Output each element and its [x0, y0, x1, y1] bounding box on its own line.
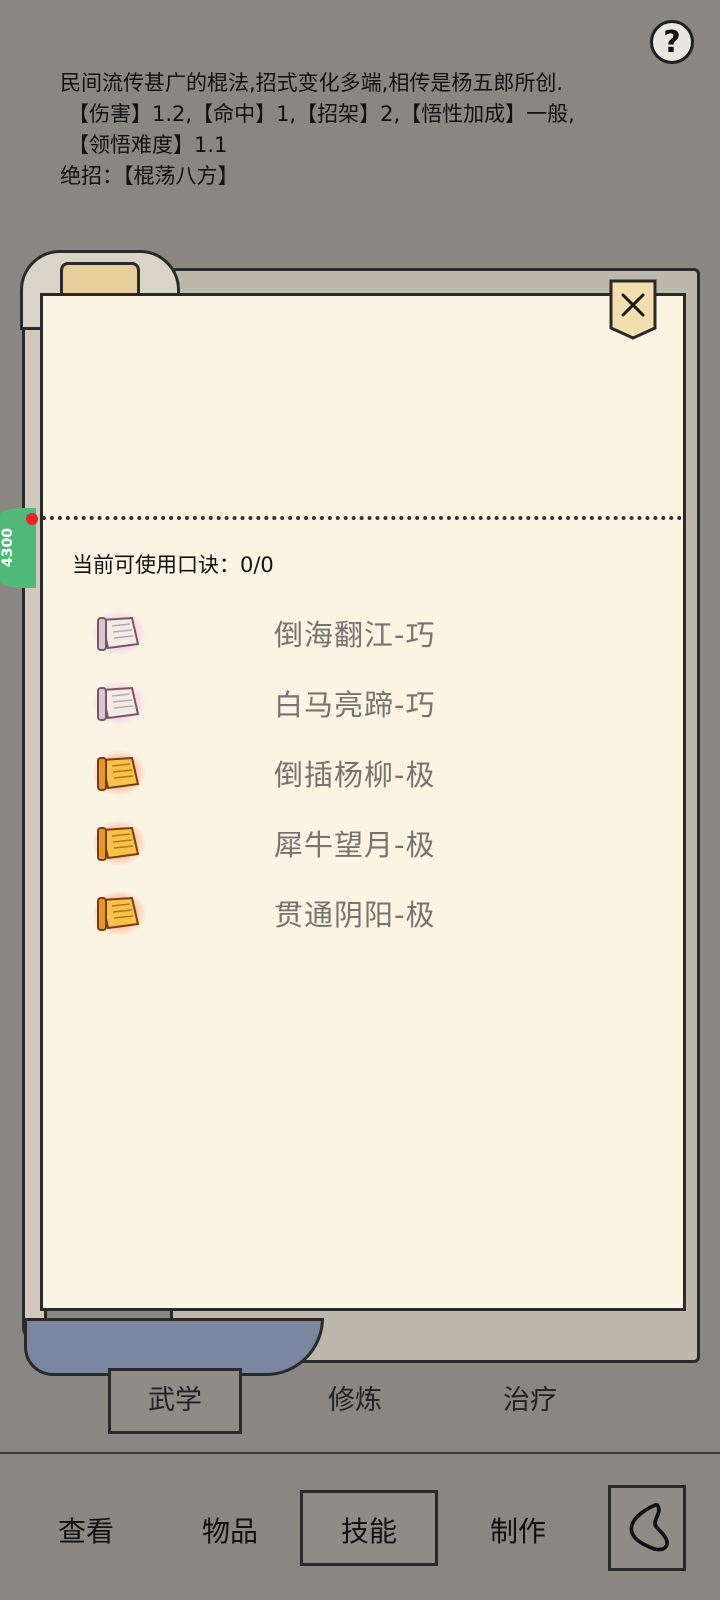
skill-description: 民间流传甚广的棍法,招式变化多端,相传是杨五郎所创. 【伤害】1.2,【命中】1…	[60, 68, 670, 192]
scroll-gold-icon	[92, 890, 146, 936]
tab-xiulian[interactable]: 修炼	[290, 1378, 420, 1417]
tab-wuxue[interactable]: 武学	[108, 1378, 242, 1417]
list-item[interactable]: 倒插杨柳-极	[84, 750, 604, 820]
nav-chakan[interactable]: 查看	[36, 1510, 136, 1550]
notification-dot	[26, 513, 38, 525]
nav-zhizuo[interactable]: 制作	[468, 1510, 568, 1550]
scroll-gold-icon	[92, 820, 146, 866]
list-item[interactable]: 贯通阴阳-极	[84, 890, 604, 960]
close-button[interactable]	[608, 278, 658, 340]
scroll-white-icon	[92, 680, 146, 726]
list-item[interactable]: 倒海翻江-巧	[84, 610, 604, 680]
back-button[interactable]	[608, 1485, 686, 1571]
koujue-count-label: 当前可使用口诀：0/0	[72, 553, 274, 577]
skill-name: 犀牛望月-极	[274, 828, 436, 862]
description-line-4: 绝招：【棍荡八方】	[60, 164, 239, 188]
divider-dotted	[42, 516, 682, 520]
scroll-white-icon	[92, 610, 146, 656]
description-line-1: 民间流传甚广的棍法,招式变化多端,相传是杨五郎所创.	[60, 71, 564, 95]
divider	[0, 1452, 720, 1454]
skill-name: 白马亮蹄-巧	[274, 688, 436, 722]
nav-jineng[interactable]: 技能	[300, 1510, 438, 1550]
list-item[interactable]: 白马亮蹄-巧	[84, 680, 604, 750]
tab-zhiliao[interactable]: 治疗	[465, 1378, 595, 1417]
list-item[interactable]: 犀牛望月-极	[84, 820, 604, 890]
skill-list: 倒海翻江-巧 白马亮蹄-巧 倒插杨柳-极 犀牛望月-极 贯通阴阳-极	[84, 610, 604, 960]
description-line-2: 【伤害】1.2,【命中】1,【招架】2,【悟性加成】一般,	[68, 102, 575, 126]
description-line-3: 【领悟难度】1.1	[68, 133, 228, 157]
scroll-gold-icon	[92, 750, 146, 796]
skill-name: 贯通阴阳-极	[274, 898, 436, 932]
close-icon	[609, 279, 657, 340]
help-icon: ?	[663, 24, 681, 60]
skill-name: 倒海翻江-巧	[274, 618, 436, 652]
help-button[interactable]: ?	[650, 20, 694, 64]
back-icon	[629, 1503, 669, 1552]
skill-name: 倒插杨柳-极	[274, 758, 436, 792]
nav-wupin[interactable]: 物品	[180, 1510, 280, 1550]
